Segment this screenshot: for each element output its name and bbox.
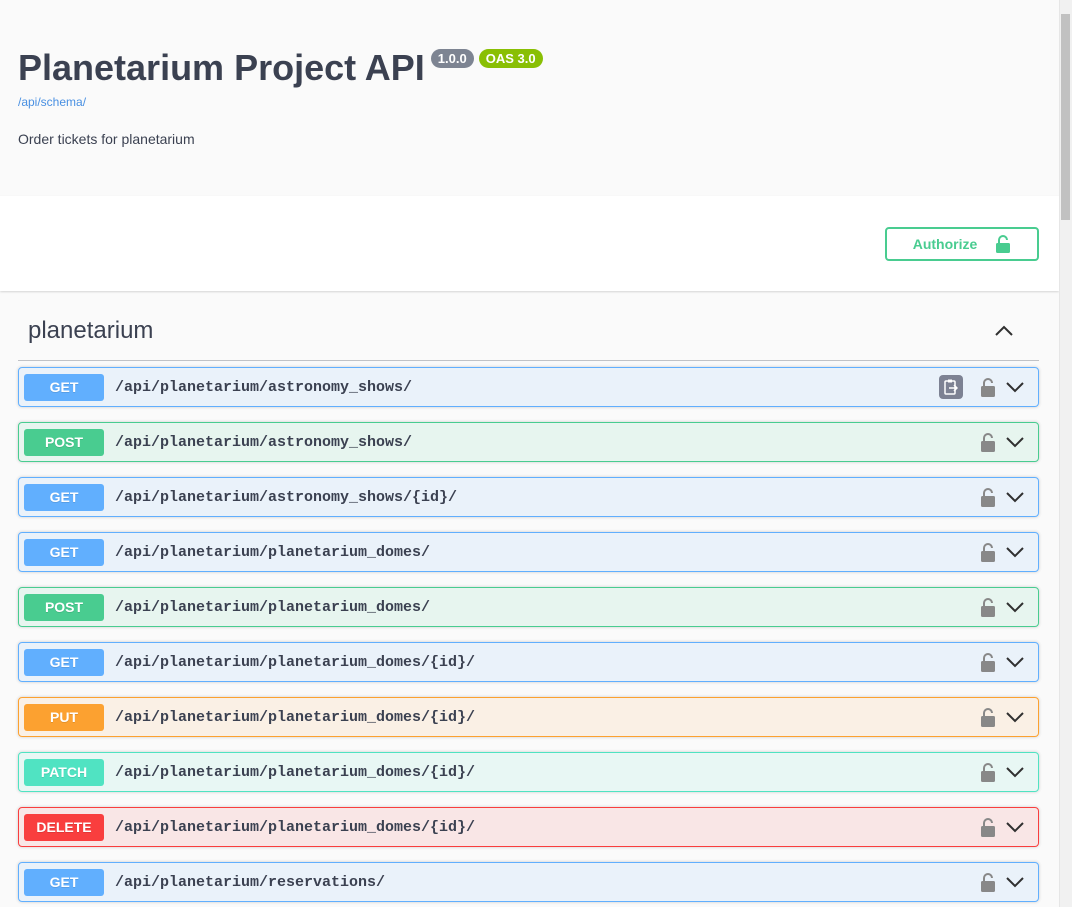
chevron-down-icon[interactable]	[1005, 432, 1025, 452]
unlocked-padlock-icon[interactable]	[979, 432, 997, 452]
operation-path[interactable]: /api/planetarium/astronomy_shows/{id}/	[115, 489, 979, 506]
method-badge: DELETE	[24, 813, 104, 841]
copy-to-clipboard-button[interactable]	[939, 375, 963, 399]
authorize-button[interactable]: Authorize	[885, 227, 1039, 261]
method-badge: PUT	[24, 703, 104, 731]
title-row: Planetarium Project API 1.0.0 OAS 3.0	[18, 46, 1041, 90]
operation-path[interactable]: /api/planetarium/planetarium_domes/{id}/	[115, 819, 979, 836]
chevron-down-icon[interactable]	[1005, 652, 1025, 672]
unlocked-padlock-icon[interactable]	[979, 762, 997, 782]
method-badge: POST	[24, 593, 104, 621]
chevron-down-icon[interactable]	[1005, 542, 1025, 562]
operations-list: GET/api/planetarium/astronomy_shows/POST…	[18, 367, 1039, 902]
operation-path[interactable]: /api/planetarium/astronomy_shows/	[115, 379, 939, 396]
operation-row-get[interactable]: GET/api/planetarium/astronomy_shows/	[18, 367, 1039, 407]
scrollbar[interactable]	[1059, 0, 1072, 907]
operation-row-delete[interactable]: DELETE/api/planetarium/planetarium_domes…	[18, 807, 1039, 847]
unlocked-padlock-icon[interactable]	[979, 872, 997, 892]
chevron-up-icon[interactable]	[993, 320, 1015, 342]
method-badge: GET	[24, 868, 104, 896]
chevron-down-icon[interactable]	[1005, 872, 1025, 892]
scrollbar-thumb[interactable]	[1061, 14, 1070, 220]
api-description: Order tickets for planetarium	[18, 131, 195, 147]
operation-row-post[interactable]: POST/api/planetarium/planetarium_domes/	[18, 587, 1039, 627]
operation-path[interactable]: /api/planetarium/astronomy_shows/	[115, 434, 979, 451]
method-badge: GET	[24, 648, 104, 676]
schema-link[interactable]: /api/schema/	[18, 95, 1041, 109]
authorize-label: Authorize	[912, 236, 978, 252]
operation-path[interactable]: /api/planetarium/planetarium_domes/{id}/	[115, 764, 979, 781]
unlocked-padlock-icon[interactable]	[979, 707, 997, 727]
chevron-down-icon[interactable]	[1005, 707, 1025, 727]
operation-row-put[interactable]: PUT/api/planetarium/planetarium_domes/{i…	[18, 697, 1039, 737]
method-badge: POST	[24, 428, 104, 456]
operation-path[interactable]: /api/planetarium/planetarium_domes/	[115, 544, 979, 561]
tag-name: planetarium	[28, 316, 154, 344]
method-badge: GET	[24, 483, 104, 511]
operations-section: planetarium GET/api/planetarium/astronom…	[0, 291, 1059, 907]
api-info: Planetarium Project API 1.0.0 OAS 3.0 /a…	[0, 0, 1059, 196]
operation-row-post[interactable]: POST/api/planetarium/astronomy_shows/	[18, 422, 1039, 462]
operation-row-get[interactable]: GET/api/planetarium/reservations/	[18, 862, 1039, 902]
unlocked-padlock-icon[interactable]	[979, 487, 997, 507]
operation-row-get[interactable]: GET/api/planetarium/astronomy_shows/{id}…	[18, 477, 1039, 517]
chevron-down-icon[interactable]	[1005, 597, 1025, 617]
operation-path[interactable]: /api/planetarium/planetarium_domes/	[115, 599, 979, 616]
operation-row-get[interactable]: GET/api/planetarium/planetarium_domes/{i…	[18, 642, 1039, 682]
chevron-down-icon[interactable]	[1005, 817, 1025, 837]
unlocked-padlock-icon	[996, 235, 1011, 253]
method-badge: GET	[24, 373, 104, 401]
unlocked-padlock-icon[interactable]	[979, 652, 997, 672]
operation-path[interactable]: /api/planetarium/planetarium_domes/{id}/	[115, 709, 979, 726]
swagger-page: Planetarium Project API 1.0.0 OAS 3.0 /a…	[0, 0, 1059, 907]
tag-header-planetarium[interactable]: planetarium	[18, 291, 1039, 361]
oas-badge: OAS 3.0	[478, 49, 543, 68]
version-badge: 1.0.0	[430, 49, 474, 68]
operation-path[interactable]: /api/planetarium/planetarium_domes/{id}/	[115, 654, 979, 671]
chevron-down-icon[interactable]	[1005, 762, 1025, 782]
unlocked-padlock-icon[interactable]	[979, 377, 997, 397]
unlocked-padlock-icon[interactable]	[979, 597, 997, 617]
chevron-down-icon[interactable]	[1005, 487, 1025, 507]
operation-row-patch[interactable]: PATCH/api/planetarium/planetarium_domes/…	[18, 752, 1039, 792]
unlocked-padlock-icon[interactable]	[979, 817, 997, 837]
chevron-down-icon[interactable]	[1005, 377, 1025, 397]
api-title: Planetarium Project API	[18, 47, 425, 88]
scheme-container: Authorize	[0, 196, 1059, 291]
unlocked-padlock-icon[interactable]	[979, 542, 997, 562]
method-badge: GET	[24, 538, 104, 566]
operation-row-get[interactable]: GET/api/planetarium/planetarium_domes/	[18, 532, 1039, 572]
copy-to-clipboard-icon	[944, 379, 958, 395]
method-badge: PATCH	[24, 758, 104, 786]
operation-path[interactable]: /api/planetarium/reservations/	[115, 874, 979, 891]
